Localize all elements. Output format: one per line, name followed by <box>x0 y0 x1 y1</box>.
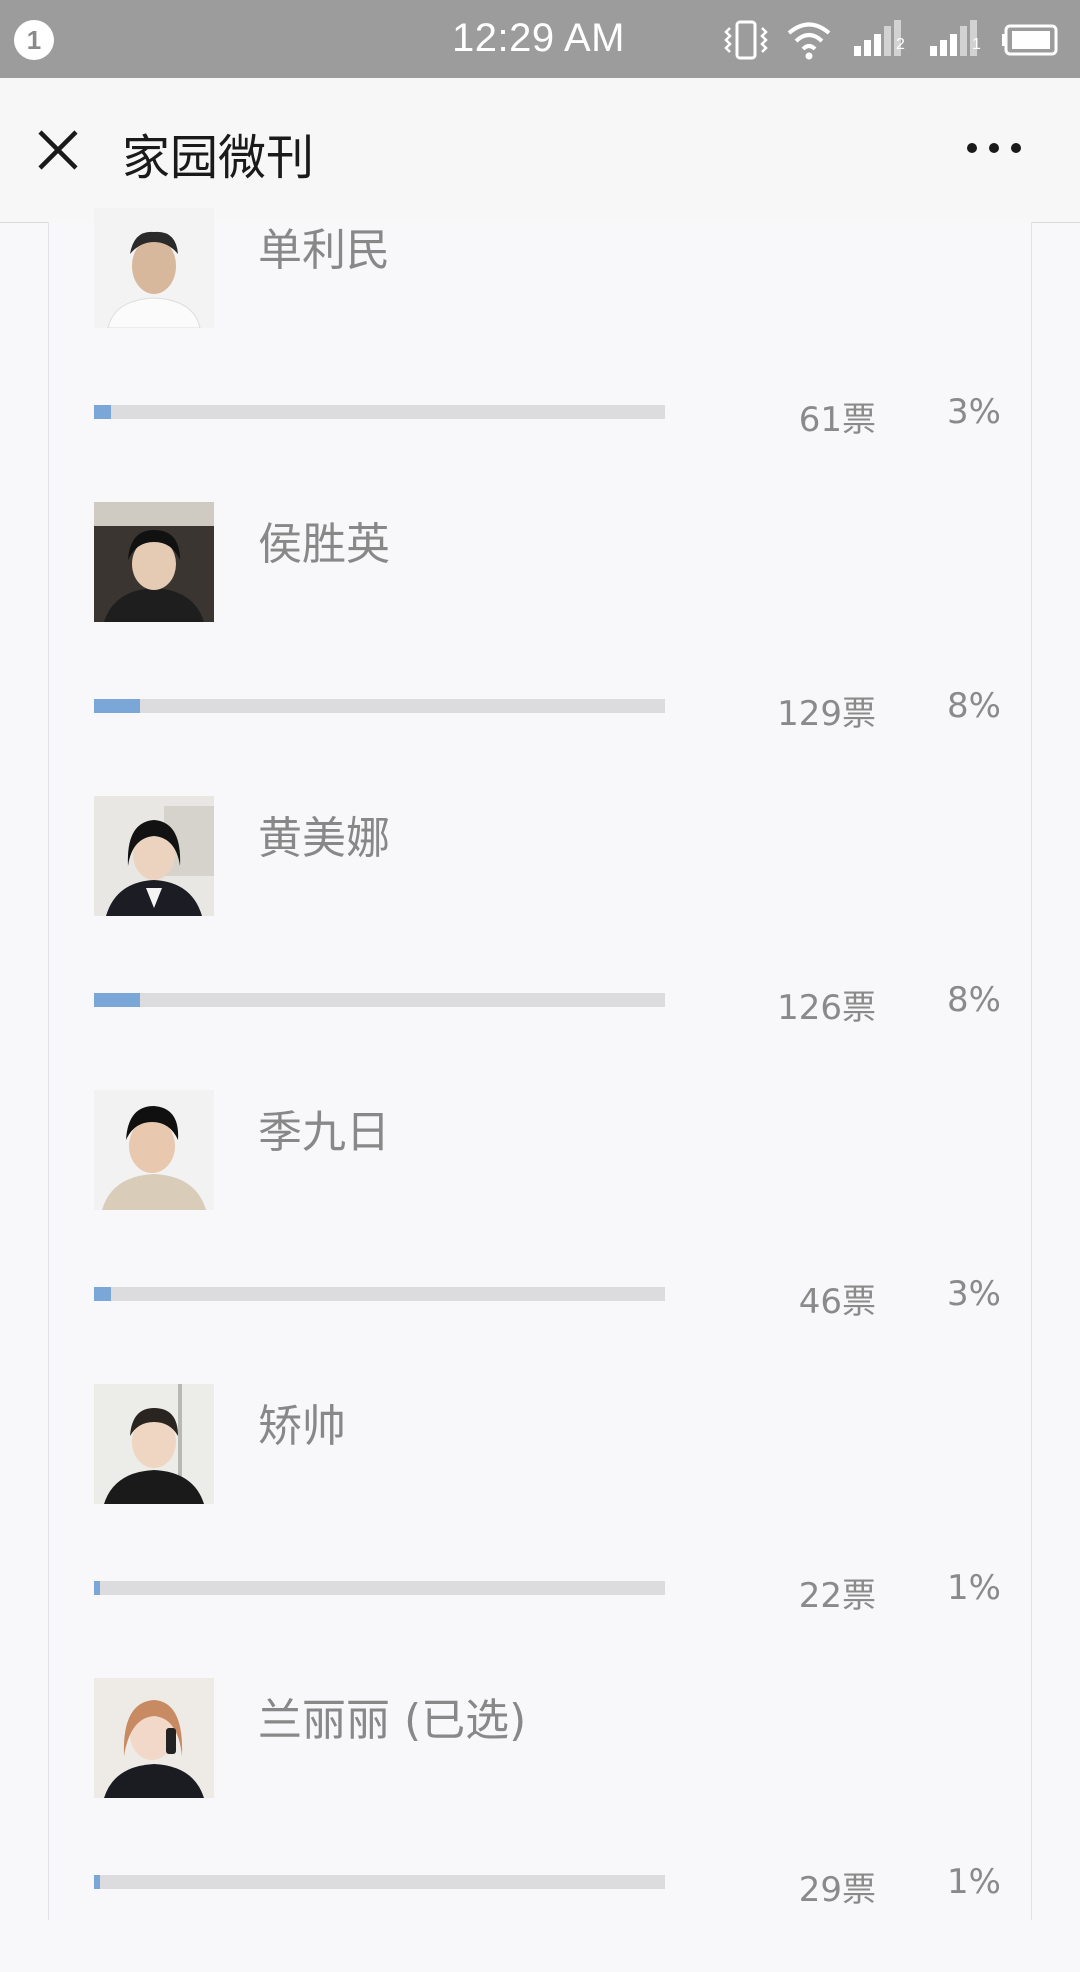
candidate-name: 季九日 <box>258 1107 390 1158</box>
list-item[interactable]: 单利民 61票 3% <box>49 208 1031 502</box>
battery-icon <box>1002 24 1058 56</box>
vote-progress-bar <box>94 699 665 713</box>
list-item[interactable]: 黄美娜 126票 8% <box>49 796 1031 1090</box>
more-icon[interactable] <box>960 128 1030 168</box>
vote-count: 46票 <box>798 1282 876 1322</box>
avatar <box>94 1678 214 1798</box>
vote-progress-fill <box>94 993 140 1007</box>
list-item[interactable]: 侯胜英 129票 8% <box>49 502 1031 796</box>
status-bar: 1 12:29 AM 2 1 <box>0 0 1080 78</box>
vibrate-icon <box>724 20 768 60</box>
vote-progress-bar <box>94 1287 665 1301</box>
vote-percent: 1% <box>947 1862 1001 1902</box>
avatar <box>94 1384 214 1504</box>
vote-progress-bar <box>94 993 665 1007</box>
avatar <box>94 208 214 328</box>
candidate-name: 黄美娜 <box>258 813 390 864</box>
app-bar: 家园微刊 <box>0 78 1080 223</box>
vote-progress-bar <box>94 405 665 419</box>
vote-results-list: 单利民 61票 3% 侯胜英 129票 8% 黄美娜 126票 8% 季九日 4… <box>48 208 1032 1920</box>
vote-progress-fill <box>94 405 112 419</box>
vote-count: 126票 <box>777 988 876 1028</box>
vote-percent: 3% <box>947 1274 1001 1314</box>
avatar <box>94 796 214 916</box>
status-time: 12:29 AM <box>452 16 626 60</box>
sim2-label: 1 <box>972 36 981 53</box>
vote-count: 129票 <box>777 694 876 734</box>
vote-count: 22票 <box>798 1576 876 1616</box>
list-item[interactable]: 季九日 46票 3% <box>49 1090 1031 1384</box>
notification-badge: 1 <box>14 20 54 60</box>
vote-percent: 8% <box>947 686 1001 726</box>
vote-progress-fill <box>94 699 140 713</box>
vote-count: 29票 <box>798 1870 876 1910</box>
avatar <box>94 502 214 622</box>
list-item[interactable]: 兰丽丽 (已选) 29票 1% <box>49 1678 1031 1972</box>
candidate-name: 侯胜英 <box>258 519 390 570</box>
avatar <box>94 1090 214 1210</box>
page-title: 家园微刊 <box>122 130 315 186</box>
vote-percent: 3% <box>947 392 1001 432</box>
close-icon[interactable] <box>30 122 86 178</box>
vote-progress-fill <box>94 1287 112 1301</box>
list-item[interactable]: 矫帅 22票 1% <box>49 1384 1031 1678</box>
vote-count: 61票 <box>798 400 876 440</box>
candidate-name: 单利民 <box>258 225 390 276</box>
vote-progress-bar <box>94 1581 665 1595</box>
vote-progress-fill <box>94 1875 100 1889</box>
vote-progress-bar <box>94 1875 665 1889</box>
candidate-name: 兰丽丽 (已选) <box>258 1695 527 1746</box>
vote-progress-fill <box>94 1581 100 1595</box>
sim1-label: 2 <box>896 36 905 53</box>
wifi-icon <box>787 22 831 60</box>
vote-percent: 1% <box>947 1568 1001 1608</box>
candidate-name: 矫帅 <box>258 1401 346 1452</box>
vote-percent: 8% <box>947 980 1001 1020</box>
